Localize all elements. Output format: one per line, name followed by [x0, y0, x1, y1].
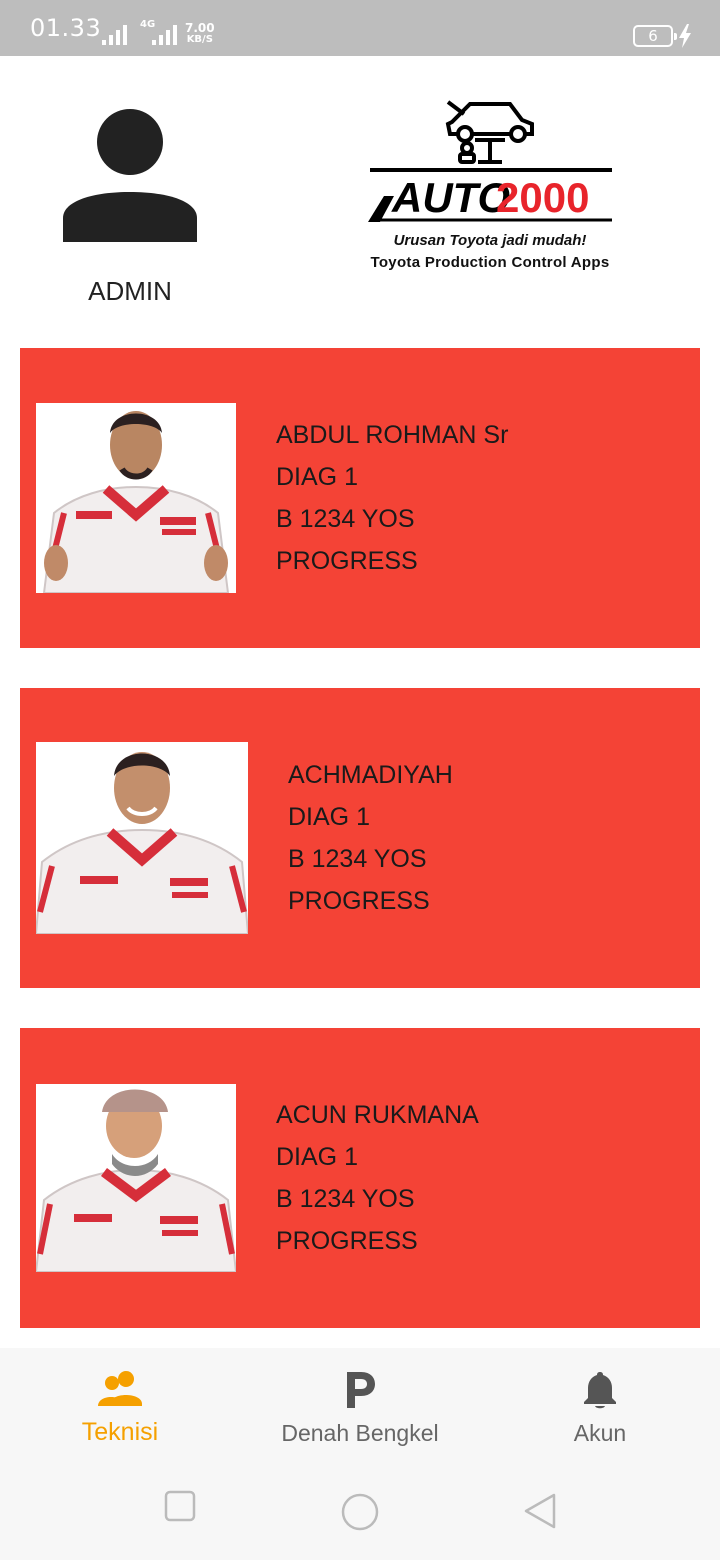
app-screen: { "status_bar": { "time": "01.33", "netw… — [0, 0, 720, 1560]
technician-card[interactable]: ACHMADIYAH DIAG 1 B 1234 YOS PROGRESS — [20, 688, 700, 988]
status-time: 01.33 — [30, 14, 102, 42]
speed-unit: KB/S — [186, 34, 213, 45]
technician-role: DIAG 1 — [288, 803, 370, 831]
network-speed: 7.00 KB/S — [185, 22, 215, 46]
user-icon — [63, 109, 197, 242]
back-button[interactable] — [522, 1492, 558, 1530]
technician-photo — [36, 403, 236, 593]
technician-photo — [36, 742, 248, 934]
avatar[interactable] — [60, 106, 200, 246]
svg-text:2000: 2000 — [496, 174, 589, 221]
technician-info: ABDUL ROHMAN Sr DIAG 1 B 1234 YOS PROGRE… — [276, 414, 508, 582]
technician-name: ACHMADIYAH — [288, 761, 453, 789]
signal-icon — [102, 25, 127, 45]
technician-plate: B 1234 YOS — [288, 845, 427, 873]
person-photo-icon — [36, 403, 236, 593]
speed-value: 7.00 — [185, 21, 215, 35]
technician-info: ACUN RUKMANA DIAG 1 B 1234 YOS PROGRESS — [276, 1094, 479, 1262]
nav-label-teknisi: Teknisi — [81, 1418, 159, 1446]
technician-role: DIAG 1 — [276, 463, 358, 491]
charging-icon — [679, 24, 691, 48]
car-lift-icon — [445, 100, 534, 164]
svg-text:AUTO: AUTO — [391, 174, 510, 221]
person-photo-icon — [36, 1084, 236, 1272]
signal-icon — [152, 25, 177, 45]
technician-info: ACHMADIYAH DIAG 1 B 1234 YOS PROGRESS — [288, 754, 453, 922]
technician-card[interactable]: ABDUL ROHMAN Sr DIAG 1 B 1234 YOS PROGRE… — [20, 348, 700, 648]
technician-status: PROGRESS — [276, 547, 418, 575]
recent-apps-button[interactable] — [164, 1490, 196, 1522]
technician-status: PROGRESS — [288, 887, 430, 915]
bell-icon — [584, 1372, 616, 1409]
technician-plate: B 1234 YOS — [276, 1185, 415, 1213]
technician-plate: B 1234 YOS — [276, 505, 415, 533]
nav-tab-akun[interactable]: Akun — [500, 1370, 700, 1447]
battery-indicator: 6 — [633, 25, 677, 47]
technician-status: PROGRESS — [276, 1227, 418, 1255]
status-bar: 01.33 4G 7.00 KB/S 6 — [0, 0, 720, 56]
home-button[interactable] — [340, 1492, 380, 1532]
people-icon — [98, 1371, 142, 1406]
nav-label-akun: Akun — [573, 1420, 627, 1446]
nav-tab-teknisi[interactable]: Teknisi — [20, 1370, 220, 1447]
technician-card[interactable]: ACUN RUKMANA DIAG 1 B 1234 YOS PROGRESS — [20, 1028, 700, 1328]
nav-label-denah-bengkel: Denah Bengkel — [281, 1420, 439, 1446]
technician-name: ACUN RUKMANA — [276, 1101, 479, 1129]
auto2000-logo: AUTO 2000 — [368, 100, 612, 222]
technician-photo — [36, 1084, 236, 1272]
technician-role: DIAG 1 — [276, 1143, 358, 1171]
logo-tagline: Urusan Toyota jadi mudah! — [393, 232, 587, 249]
parking-icon — [347, 1372, 375, 1408]
app-subtitle: Toyota Production Control Apps — [370, 254, 610, 271]
technician-name: ABDUL ROHMAN Sr — [276, 421, 509, 449]
user-label: ADMIN — [88, 276, 172, 306]
person-photo-icon — [36, 742, 248, 934]
nav-tab-denah-bengkel[interactable]: Denah Bengkel — [260, 1370, 460, 1447]
